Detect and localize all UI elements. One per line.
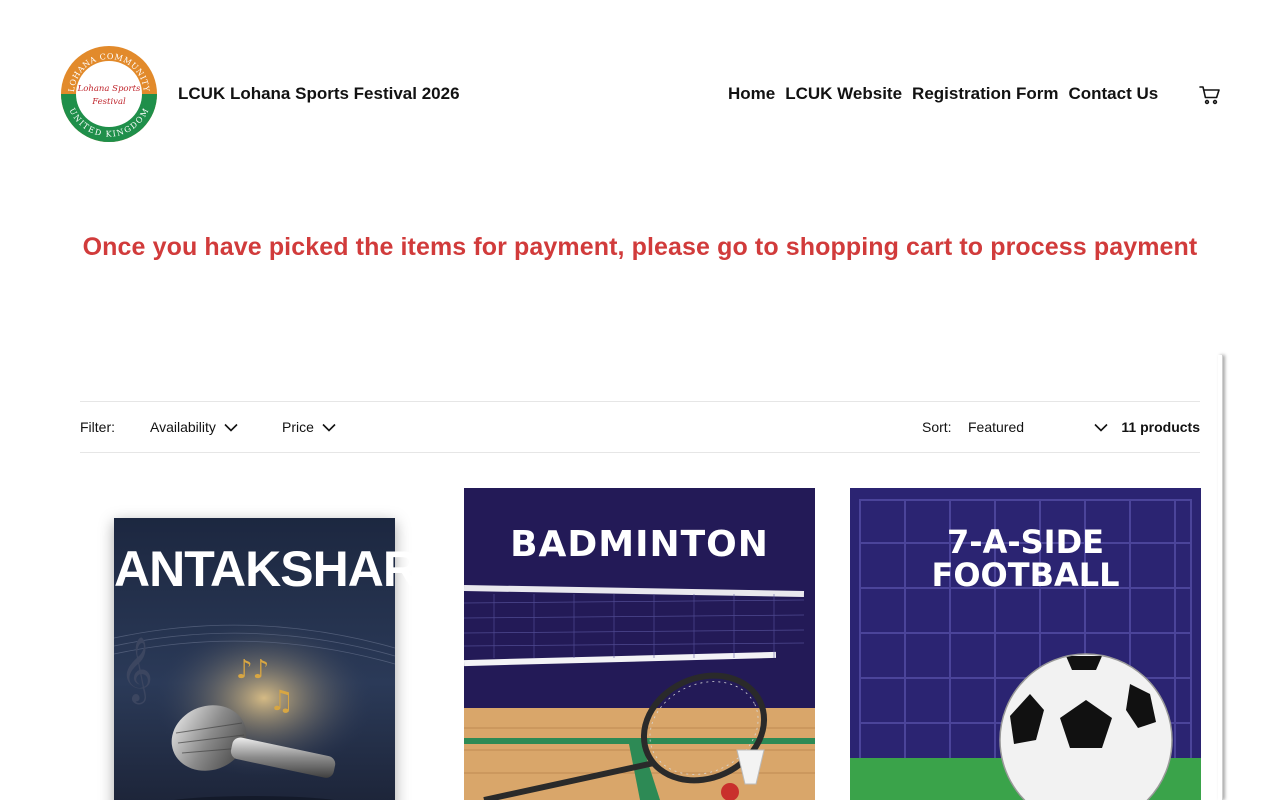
nav-home[interactable]: Home [728, 84, 775, 104]
product-image-antakshari: ANTAKSHARI 𝄞 ♪♪ ♫ [114, 518, 431, 800]
site-title[interactable]: LCUK Lohana Sports Festival 2026 [178, 84, 460, 104]
cart-icon[interactable] [1198, 83, 1222, 107]
microphone-illustration: 𝄞 ♪♪ ♫ [114, 618, 395, 800]
football-title-line1: 7-A-SIDE [947, 523, 1104, 561]
nav-registration-form[interactable]: Registration Form [912, 84, 1058, 104]
panel-edge [1218, 355, 1223, 800]
product-count: 11 products [1121, 419, 1200, 435]
main-nav: Home LCUK Website Registration Form Cont… [728, 84, 1158, 104]
site-header: LOHANA COMMUNITY UNITED KINGDOM Lohana S… [0, 0, 1280, 190]
badminton-illustration [464, 585, 815, 800]
nav-lcuk-website[interactable]: LCUK Website [785, 84, 902, 104]
filter-bar: Filter: Availability Price Sort: Feature… [80, 401, 1200, 453]
price-filter[interactable]: Price [282, 419, 336, 435]
sort-label: Sort: [922, 419, 952, 435]
availability-label: Availability [150, 419, 216, 435]
nav-contact-us[interactable]: Contact Us [1068, 84, 1158, 104]
sort-value: Featured [968, 419, 1025, 435]
svg-text:♫: ♫ [269, 684, 294, 717]
availability-filter[interactable]: Availability [150, 419, 238, 435]
svg-text:Festival: Festival [91, 97, 126, 107]
football-title-line2: FOOTBALL [931, 556, 1120, 594]
chevron-down-icon [1094, 423, 1108, 432]
product-card-football[interactable]: 7-A-SIDE FOOTBALL [850, 488, 1201, 800]
product-title-antakshari: ANTAKSHARI [114, 541, 431, 597]
filter-label: Filter: [80, 419, 115, 435]
svg-text:Lohana Sports: Lohana Sports [77, 84, 141, 94]
product-title-football: 7-A-SIDE FOOTBALL [850, 526, 1201, 592]
payment-notice: Once you have picked the items for payme… [82, 233, 1198, 261]
chevron-down-icon [322, 423, 336, 432]
chevron-down-icon [224, 423, 238, 432]
price-label: Price [282, 419, 314, 435]
site-logo[interactable]: LOHANA COMMUNITY UNITED KINGDOM Lohana S… [60, 45, 158, 143]
product-card-antakshari[interactable]: ANTAKSHARI 𝄞 ♪♪ ♫ [80, 488, 431, 800]
sort-select[interactable]: Featured [968, 419, 1108, 435]
product-card-badminton[interactable]: BADMINTON [464, 488, 815, 800]
svg-text:♪♪: ♪♪ [236, 655, 269, 685]
svg-text:𝄞: 𝄞 [120, 637, 153, 704]
